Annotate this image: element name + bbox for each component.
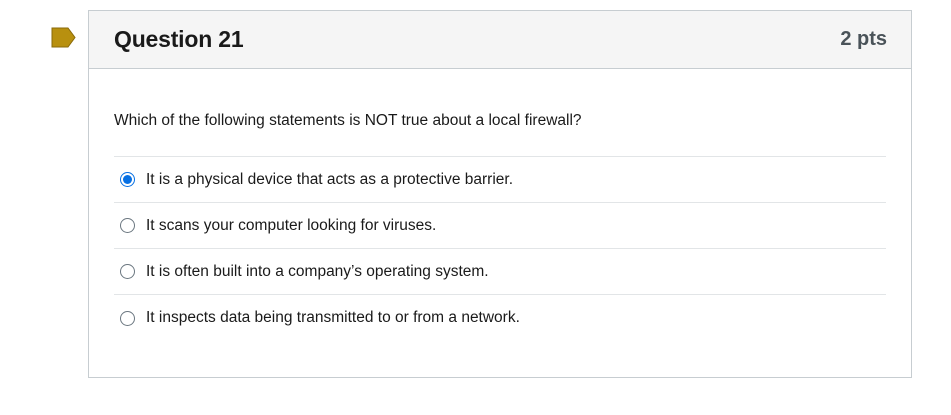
question-body: Which of the following statements is NOT…: [89, 111, 911, 341]
answer-label: It scans your computer looking for virus…: [146, 216, 437, 234]
radio-button[interactable]: [120, 172, 135, 187]
question-points: 2 pts: [840, 28, 887, 50]
radio-button[interactable]: [120, 310, 135, 326]
answer-option[interactable]: It is a physical device that acts as a p…: [114, 157, 886, 203]
quiz-page: Question 21 2 pts Which of the following…: [0, 0, 951, 415]
answer-label: It is often built into a company’s opera…: [146, 262, 489, 280]
answer-option[interactable]: It inspects data being transmitted to or…: [114, 295, 886, 341]
answer-label: It is a physical device that acts as a p…: [146, 170, 514, 188]
question-text: Which of the following statements is NOT…: [114, 112, 582, 129]
answer-option[interactable]: It is often built into a company’s opera…: [114, 249, 886, 295]
radio-button[interactable]: [120, 218, 135, 233]
question-card: Question 21 2 pts Which of the following…: [88, 10, 912, 378]
question-title: Question 21: [114, 26, 244, 52]
radio-button[interactable]: [120, 264, 135, 279]
bookmark-flag-icon[interactable]: [51, 27, 76, 48]
answer-option[interactable]: It scans your computer looking for virus…: [114, 203, 886, 249]
answer-list: It is a physical device that acts as a p…: [114, 156, 886, 341]
question-header: Question 21 2 pts: [89, 11, 911, 69]
answer-label: It inspects data being transmitted to or…: [146, 309, 520, 326]
